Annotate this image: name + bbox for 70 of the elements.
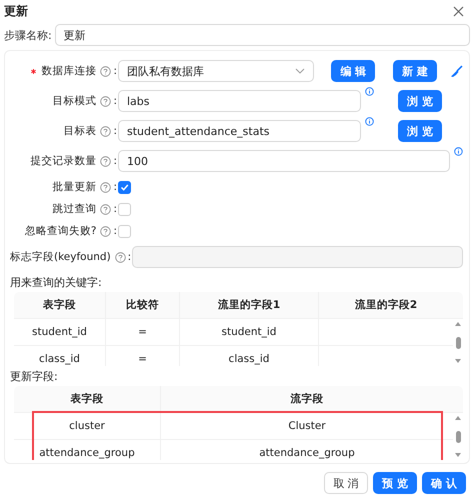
form-button[interactable]: 浏 览 (398, 120, 442, 142)
info-icon[interactable] (454, 147, 463, 156)
table-cell-text: Cluster (287, 419, 327, 434)
info-icon[interactable] (365, 87, 374, 96)
colon: : (113, 225, 117, 237)
dialog-button[interactable]: 确 认 (422, 472, 466, 494)
help-icon[interactable] (100, 182, 112, 192)
scroll-down-icon[interactable] (455, 453, 461, 457)
help-icon[interactable] (100, 204, 112, 214)
column-header: 流里的字段2 (354, 298, 418, 313)
column-header: 表字段 (14, 292, 106, 318)
column-header: 流里的字段1 (180, 292, 319, 318)
chevron-down-icon (295, 68, 306, 74)
field-label: 批量更新 (52, 180, 96, 194)
text-field[interactable]: 100 (118, 150, 450, 172)
scroll-down-icon[interactable] (455, 359, 461, 363)
help-icon[interactable] (100, 156, 112, 166)
check-icon (120, 182, 129, 192)
form-button[interactable]: 编 辑 (331, 60, 376, 82)
colon: : (113, 65, 117, 77)
field-label: 目标表 (63, 124, 96, 138)
colon: : (113, 181, 117, 193)
table-cell: = (106, 319, 180, 345)
table-cell: student_id (14, 319, 106, 345)
table-cell: attendance_group (14, 440, 161, 460)
colon: : (113, 155, 117, 167)
table-cell: = (106, 346, 180, 366)
field-label: 数据库连接 (41, 64, 96, 78)
scrollbar-thumb[interactable] (456, 336, 460, 348)
colon: : (128, 251, 132, 263)
help-icon[interactable] (100, 66, 112, 76)
table-cell: cluster (14, 413, 161, 439)
table-cell: class_id (180, 346, 319, 366)
scrollbar-thumb[interactable] (456, 430, 460, 442)
colon: : (113, 203, 117, 215)
column-header: 流字段 (290, 392, 324, 407)
table-cell: class_id (14, 346, 106, 366)
dialog-button[interactable]: 预 览 (373, 472, 417, 494)
table-cell: student_id (180, 319, 319, 345)
field-label: 标志字段(keyfound) (10, 250, 111, 264)
section-label: 更新字段: (10, 369, 59, 384)
select-field[interactable]: 团队私有数据库 (118, 60, 314, 82)
step-name-field[interactable]: 更新 (54, 24, 470, 46)
field-label: 跳过查询 (52, 202, 96, 216)
text-field[interactable]: labs (118, 90, 361, 112)
field-label: 目标模式 (52, 94, 96, 108)
column-header: 表字段 (14, 386, 161, 412)
checkbox[interactable] (118, 180, 131, 194)
help-icon[interactable] (100, 96, 112, 106)
text-field[interactable]: student_attendance_stats (118, 120, 361, 142)
section-label: 用来查询的关键字: (10, 275, 103, 290)
help-icon[interactable] (100, 126, 112, 136)
brush-icon[interactable] (450, 64, 463, 78)
colon: : (113, 95, 117, 107)
help-icon[interactable] (100, 226, 112, 236)
form-button[interactable]: 浏 览 (398, 90, 442, 112)
field-label: 步骤名称: (4, 28, 52, 42)
form-button[interactable]: 新 建 (393, 60, 438, 82)
info-icon[interactable] (365, 117, 374, 126)
scroll-up-icon[interactable] (455, 322, 461, 326)
colon: : (113, 125, 117, 137)
dialog-title: 更新 (4, 2, 28, 20)
help-icon[interactable] (114, 252, 126, 262)
dialog-button[interactable]: 取 消 (324, 472, 368, 494)
field-label: 忽略查询失败? (24, 224, 96, 238)
field-label: 提交记录数量 (30, 154, 96, 168)
close-icon[interactable] (453, 6, 464, 16)
scroll-up-icon[interactable] (455, 416, 461, 420)
column-header: 比较符 (106, 292, 180, 318)
table-cell-text: attendance_group (258, 446, 356, 460)
